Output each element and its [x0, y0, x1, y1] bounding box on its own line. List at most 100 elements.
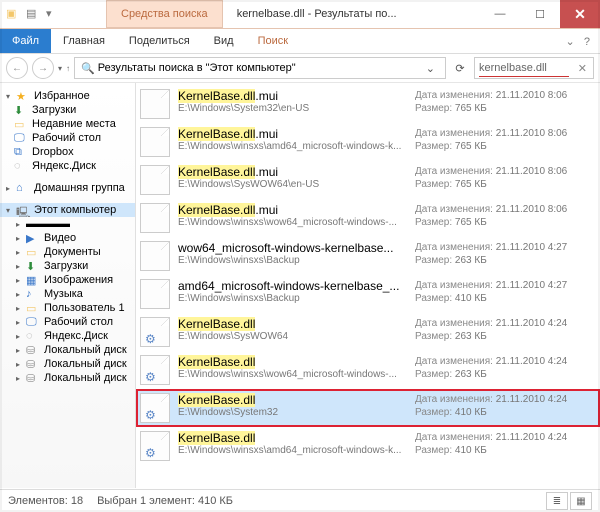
nav-pc-item[interactable]: ▸▭Документы [0, 245, 135, 259]
nav-pc-item[interactable]: ▸▦Изображения [0, 273, 135, 287]
nav-history-dropdown[interactable]: ▾ [58, 64, 62, 73]
search-result-row[interactable]: KernelBase.dll.muiE:\Windows\winsxs\amd6… [136, 123, 600, 161]
file-meta: Дата изменения: 21.11.2010 4:27Размер: 4… [415, 279, 590, 305]
file-meta: Дата изменения: 21.11.2010 4:24Размер: 2… [415, 317, 590, 343]
refresh-button[interactable]: ⟳ [450, 62, 470, 75]
breadcrumb[interactable]: 🔍 Результаты поиска в "Этот компьютер" ⌄ [74, 57, 446, 79]
file-path: E:\Windows\winsxs\wow64_microsoft-window… [178, 217, 407, 228]
tab-view[interactable]: Вид [202, 29, 246, 53]
tab-share[interactable]: Поделиться [117, 29, 202, 53]
file-icon [140, 393, 170, 423]
minimize-button[interactable]: — [480, 0, 520, 28]
nav-fav-item[interactable]: ⬇Загрузки [0, 103, 135, 117]
file-meta: Дата изменения: 21.11.2010 4:27Размер: 2… [415, 241, 590, 267]
search-result-row[interactable]: KernelBase.dllE:\Windows\winsxs\amd64_mi… [136, 427, 600, 465]
folder-icon: 🖵 [26, 316, 40, 328]
folder-icon: ⧉ [14, 146, 28, 158]
qat-dropdown-icon[interactable]: ▾ [46, 7, 60, 21]
file-path: E:\Windows\winsxs\amd64_microsoft-window… [178, 141, 407, 152]
file-icon [140, 241, 170, 271]
maximize-button[interactable]: ☐ [520, 0, 560, 28]
tab-search[interactable]: Поиск [246, 29, 300, 53]
file-name: wow64_microsoft-windows-kernelbase... [178, 241, 407, 255]
folder-icon: ⬇ [26, 260, 40, 272]
file-path: E:\Windows\winsxs\amd64_microsoft-window… [178, 445, 407, 456]
folder-icon: ◌ [14, 160, 28, 172]
nav-pc-item[interactable]: ▸⬇Загрузки [0, 259, 135, 273]
nav-forward-button[interactable]: → [32, 57, 54, 79]
navigation-pane: ▾★Избранное ⬇Загрузки▭Недавние места🖵Раб… [0, 83, 136, 488]
search-result-row[interactable]: KernelBase.dll.muiE:\Windows\winsxs\wow6… [136, 199, 600, 237]
search-results-list: KernelBase.dll.muiE:\Windows\System32\en… [136, 83, 600, 488]
file-path: E:\Windows\winsxs\wow64_microsoft-window… [178, 369, 407, 380]
nav-fav-item[interactable]: 🖵Рабочий стол [0, 131, 135, 145]
folder-icon: ◌ [26, 330, 40, 342]
file-meta: Дата изменения: 21.11.2010 4:24Размер: 2… [415, 355, 590, 381]
search-result-row[interactable]: KernelBase.dllE:\Windows\System32 Дата из… [136, 389, 600, 427]
file-name: KernelBase.dll.mui [178, 165, 407, 179]
search-input[interactable]: kernelbase.dll ✕ [474, 57, 594, 79]
search-clear-icon[interactable]: ✕ [576, 62, 589, 75]
file-path: E:\Windows\winsxs\Backup [178, 293, 407, 304]
file-meta: Дата изменения: 21.11.2010 4:24Размер: 4… [415, 431, 590, 457]
ribbon-expand-icon[interactable]: ⌄ ? [555, 29, 600, 53]
nav-pc-item[interactable]: ▸⛁Локальный диск [0, 371, 135, 385]
nav-fav-item[interactable]: ▭Недавние места [0, 117, 135, 131]
qat-properties-icon[interactable]: ▤ [26, 7, 40, 21]
search-result-row[interactable]: KernelBase.dll.muiE:\Windows\System32\en… [136, 85, 600, 123]
folder-icon: ⛁ [26, 372, 40, 384]
folder-icon: ♪ [26, 288, 40, 300]
folder-icon: ▭ [14, 118, 28, 130]
file-meta: Дата изменения: 21.11.2010 8:06Размер: 7… [415, 89, 590, 115]
folder-icon: ⛁ [26, 358, 40, 370]
file-icon [140, 431, 170, 461]
folder-icon: ▭ [26, 302, 40, 314]
search-result-row[interactable]: KernelBase.dllE:\Windows\SysWOW64Дата из… [136, 313, 600, 351]
tab-home[interactable]: Главная [51, 29, 117, 53]
nav-pc-redacted[interactable]: ▸▬▬▬▬ [0, 217, 135, 231]
breadcrumb-dropdown-icon[interactable]: ⌄ [422, 62, 439, 75]
file-icon [140, 317, 170, 347]
file-name: KernelBase.dll [178, 393, 407, 407]
nav-homegroup[interactable]: ▸⌂Домашняя группа [0, 181, 135, 195]
nav-pc-item[interactable]: ▸▭Пользователь 1 [0, 301, 135, 315]
nav-pc-item[interactable]: ▸⛁Локальный диск [0, 357, 135, 371]
nav-pc-item[interactable]: ▸🖵Рабочий стол [0, 315, 135, 329]
window-title: kernelbase.dll - Результаты по... [223, 0, 480, 28]
folder-icon: ⬇ [14, 104, 28, 116]
nav-back-button[interactable]: ← [6, 57, 28, 79]
app-icon: ▣ [6, 7, 20, 21]
folder-icon: 🖵 [14, 132, 28, 144]
search-result-row[interactable]: amd64_microsoft-windows-kernelbase_...E:… [136, 275, 600, 313]
nav-this-pc-header[interactable]: ▾🖳Этот компьютер [0, 203, 135, 217]
nav-favorites-header[interactable]: ▾★Избранное [0, 89, 135, 103]
file-name: KernelBase.dll.mui [178, 127, 407, 141]
folder-icon: ⛁ [26, 344, 40, 356]
file-icon [140, 203, 170, 233]
status-selection: Выбран 1 элемент: 410 КБ [97, 495, 233, 507]
nav-pc-item[interactable]: ▸♪Музыка [0, 287, 135, 301]
status-item-count: Элементов: 18 [8, 495, 83, 507]
search-input-text: kernelbase.dll [479, 62, 576, 74]
tab-file[interactable]: Файл [0, 29, 51, 53]
search-result-row[interactable]: KernelBase.dll.muiE:\Windows\SysWOW64\en… [136, 161, 600, 199]
search-result-row[interactable]: wow64_microsoft-windows-kernelbase...E:\… [136, 237, 600, 275]
file-name: KernelBase.dll.mui [178, 203, 407, 217]
file-meta: Дата изменения: 21.11.2010 4:24Размер: 4… [415, 393, 590, 419]
view-tiles-button[interactable]: ▦ [570, 492, 592, 510]
file-meta: Дата изменения: 21.11.2010 8:06Размер: 7… [415, 127, 590, 153]
search-result-row[interactable]: KernelBase.dllE:\Windows\winsxs\wow64_mi… [136, 351, 600, 389]
view-details-button[interactable]: ≣ [546, 492, 568, 510]
close-button[interactable]: ✕ [560, 0, 600, 28]
nav-pc-item[interactable]: ▸▶Видео [0, 231, 135, 245]
file-path: E:\Windows\System32 [178, 407, 407, 418]
nav-fav-item[interactable]: ⧉Dropbox [0, 145, 135, 159]
nav-fav-item[interactable]: ◌Яндекс.Диск [0, 159, 135, 173]
nav-pc-item[interactable]: ▸⛁Локальный диск [0, 343, 135, 357]
file-path: E:\Windows\SysWOW64 [178, 331, 407, 342]
folder-icon: ▦ [26, 274, 40, 286]
nav-up-button[interactable]: ↑ [66, 64, 70, 73]
nav-pc-item[interactable]: ▸◌Яндекс.Диск [0, 329, 135, 343]
file-name: KernelBase.dll.mui [178, 89, 407, 103]
file-icon [140, 89, 170, 119]
